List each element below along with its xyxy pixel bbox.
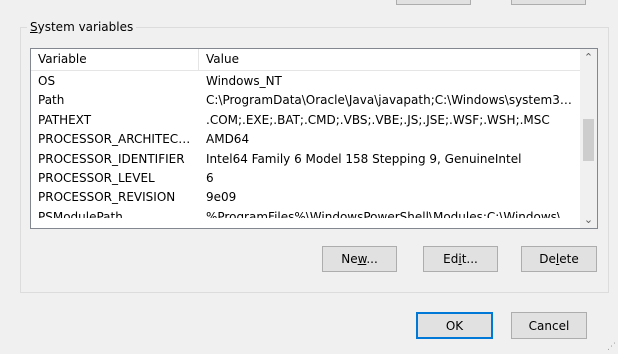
delete-button[interactable]: Delete (521, 246, 597, 272)
list-rows: OS Windows_NT Path C:\ProgramData\Oracle… (31, 72, 582, 218)
system-variables-label: System variables (27, 18, 137, 36)
cancel-button[interactable]: Cancel (511, 312, 587, 339)
variable-name: PROCESSOR_ARCHITECTU... (38, 132, 196, 147)
edit-button[interactable]: Edit... (423, 246, 498, 272)
variable-value: 9e09 (206, 190, 237, 205)
variable-name: PROCESSOR_IDENTIFIER (38, 151, 185, 166)
variable-value: Intel64 Family 6 Model 158 Stepping 9, G… (206, 151, 522, 166)
resize-grip-icon[interactable]: ⋰ (606, 342, 616, 352)
column-header-variable[interactable]: Variable (31, 49, 199, 70)
variable-name: PROCESSOR_REVISION (38, 190, 176, 205)
variable-value: C:\ProgramData\Oracle\Java\javapath;C:\W… (206, 93, 576, 108)
variable-value: AMD64 (206, 132, 250, 147)
table-row[interactable]: PSModulePath %ProgramFiles%\WindowsPower… (31, 208, 582, 218)
variable-name: Path (38, 93, 65, 108)
scroll-thumb[interactable] (583, 119, 594, 161)
table-row[interactable]: PROCESSOR_REVISION 9e09 (31, 188, 582, 207)
variable-value: %ProgramFiles%\WindowsPowerShell\Modules… (206, 209, 573, 218)
variable-value: 6 (206, 170, 214, 185)
variable-name: OS (38, 74, 56, 88)
table-row[interactable]: Path C:\ProgramData\Oracle\Java\javapath… (31, 91, 582, 110)
table-row[interactable]: PROCESSOR_ARCHITECTU... AMD64 (31, 130, 582, 149)
table-row[interactable]: PROCESSOR_LEVEL 6 (31, 169, 582, 188)
column-header-value[interactable]: Value (199, 49, 582, 70)
vertical-scrollbar[interactable]: ⌃ ⌄ (580, 49, 597, 228)
table-row[interactable]: OS Windows_NT (31, 72, 582, 91)
system-variables-list[interactable]: Variable Value OS Windows_NT Path C:\Pro… (30, 48, 598, 229)
list-header: Variable Value (31, 49, 582, 71)
table-row[interactable]: PATHEXT .COM;.EXE;.BAT;.CMD;.VBS;.VBE;.J… (31, 111, 582, 130)
upper-button-stub (396, 0, 471, 5)
variable-value: .COM;.EXE;.BAT;.CMD;.VBS;.VBE;.JS;.JSE;.… (206, 112, 550, 127)
variable-name: PSModulePath (38, 209, 123, 218)
variable-name: PATHEXT (38, 112, 92, 127)
ok-button[interactable]: OK (416, 312, 493, 339)
scroll-up-icon[interactable]: ⌃ (580, 49, 597, 66)
scroll-down-icon[interactable]: ⌄ (580, 211, 597, 228)
upper-button-stub (511, 0, 586, 5)
variable-name: PROCESSOR_LEVEL (38, 170, 155, 185)
table-row[interactable]: PROCESSOR_IDENTIFIER Intel64 Family 6 Mo… (31, 150, 582, 169)
variable-value: Windows_NT (206, 74, 282, 88)
new-button[interactable]: New... (322, 246, 397, 272)
